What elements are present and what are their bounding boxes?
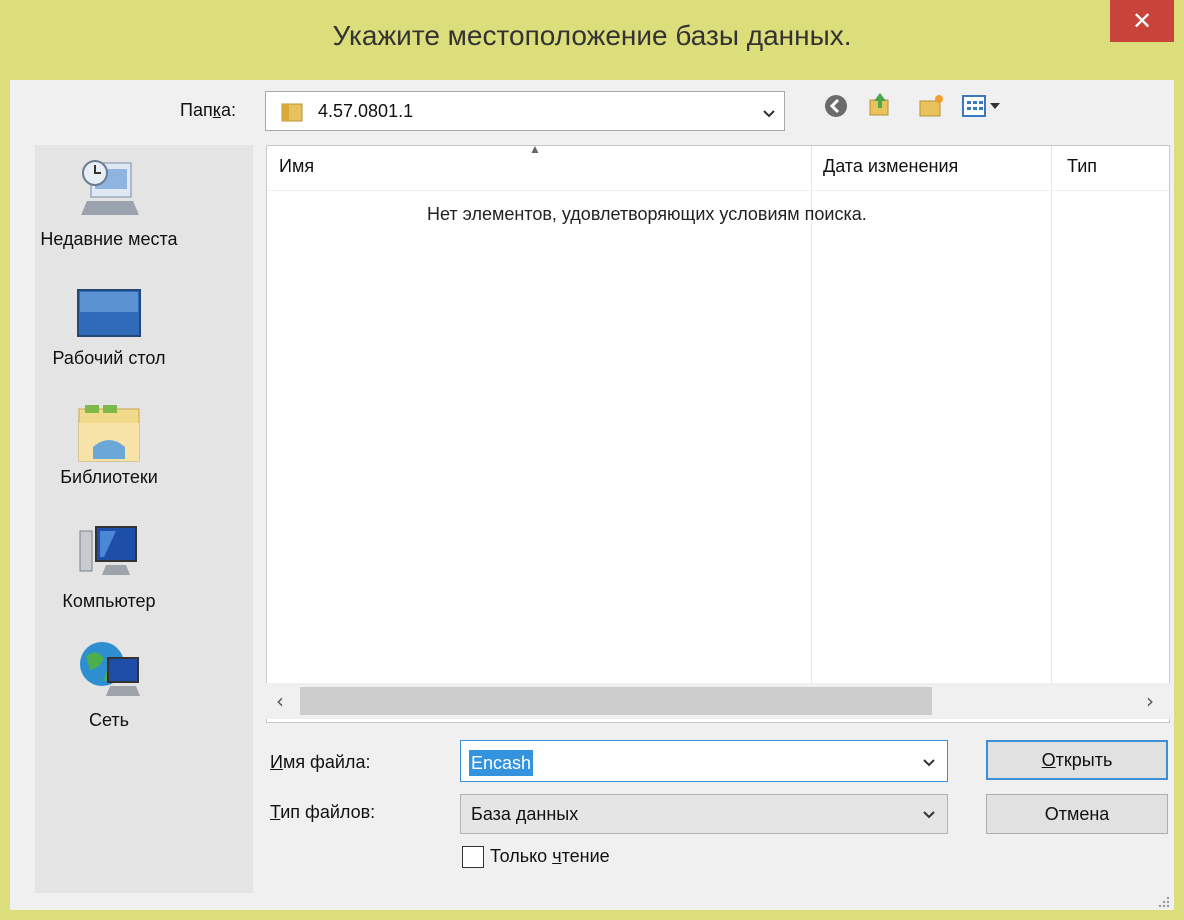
recent-places-icon	[81, 160, 139, 215]
column-divider[interactable]	[811, 146, 812, 686]
empty-message: Нет элементов, удовлетворяющих условиям …	[427, 204, 867, 224]
places-bar	[35, 145, 253, 893]
place-libraries[interactable]: Библиотеки	[0, 403, 218, 487]
computer-icon	[79, 526, 137, 575]
column-header-name[interactable]: Имя	[279, 156, 314, 177]
filename-combo[interactable]: Encash	[460, 740, 948, 782]
folder-value: 4.57.0801.1	[318, 101, 414, 121]
filetype-label: Тип файлов:	[270, 802, 376, 822]
place-recent[interactable]: Недавние места	[0, 155, 218, 249]
scroll-right-icon[interactable]: ›	[1146, 689, 1154, 713]
dialog-title: Укажите местоположение базы данных.	[332, 20, 852, 51]
scroll-left-icon[interactable]: ‹	[276, 689, 284, 713]
title-bar[interactable]: Укажите местоположение базы данных. ✕	[0, 0, 1184, 80]
cancel-button[interactable]: Отмена	[986, 794, 1168, 834]
file-list[interactable]: Имя ▲ Дата изменения Тип Нет элементов, …	[266, 145, 1170, 723]
column-header-date[interactable]: Дата изменения	[823, 156, 958, 177]
horizontal-scrollbar[interactable]: ‹ ›	[266, 683, 1170, 719]
readonly-label[interactable]: Только чтение	[490, 846, 610, 867]
place-desktop[interactable]: Рабочий стол	[0, 288, 218, 368]
folder-icon	[281, 103, 303, 122]
chevron-down-icon[interactable]	[921, 806, 937, 822]
filetype-value: База данных	[471, 804, 579, 824]
sort-ascending-icon: ▲	[529, 145, 541, 156]
place-computer[interactable]: Компьютер	[0, 525, 218, 611]
filetype-select[interactable]: База данных	[460, 794, 948, 834]
close-button[interactable]: ✕	[1110, 0, 1174, 42]
readonly-checkbox[interactable]	[462, 846, 484, 868]
header-divider	[267, 190, 1169, 191]
folder-combo[interactable]: 4.57.0801.1	[265, 91, 785, 131]
place-label: Компьютер	[62, 591, 156, 611]
filename-label: Имя файла:	[270, 752, 371, 772]
network-icon	[80, 642, 140, 696]
libraries-icon	[78, 405, 140, 462]
place-label: Сеть	[88, 710, 130, 730]
dialog-window: Укажите местоположение базы данных. ✕ Па…	[0, 0, 1184, 920]
place-label: Библиотеки	[60, 467, 158, 487]
desktop-icon	[77, 289, 141, 337]
back-icon[interactable]	[822, 92, 850, 120]
column-header-type[interactable]: Тип	[1067, 156, 1097, 177]
close-icon: ✕	[1131, 7, 1153, 35]
open-button[interactable]: Открыть	[986, 740, 1168, 780]
column-divider[interactable]	[1051, 146, 1052, 686]
new-folder-icon[interactable]	[917, 92, 945, 120]
up-folder-icon[interactable]	[866, 90, 894, 118]
place-network[interactable]: Сеть	[0, 638, 218, 730]
view-menu-icon[interactable]	[960, 92, 1004, 120]
filename-input[interactable]: Encash	[469, 750, 534, 776]
scroll-thumb[interactable]	[300, 687, 932, 715]
chevron-down-icon[interactable]	[921, 754, 937, 770]
place-label: Недавние места	[40, 229, 178, 249]
folder-label: Папка:	[180, 100, 236, 120]
chevron-down-icon[interactable]	[761, 105, 777, 121]
place-label: Рабочий стол	[52, 348, 166, 368]
resize-grip-icon[interactable]	[1156, 894, 1170, 908]
